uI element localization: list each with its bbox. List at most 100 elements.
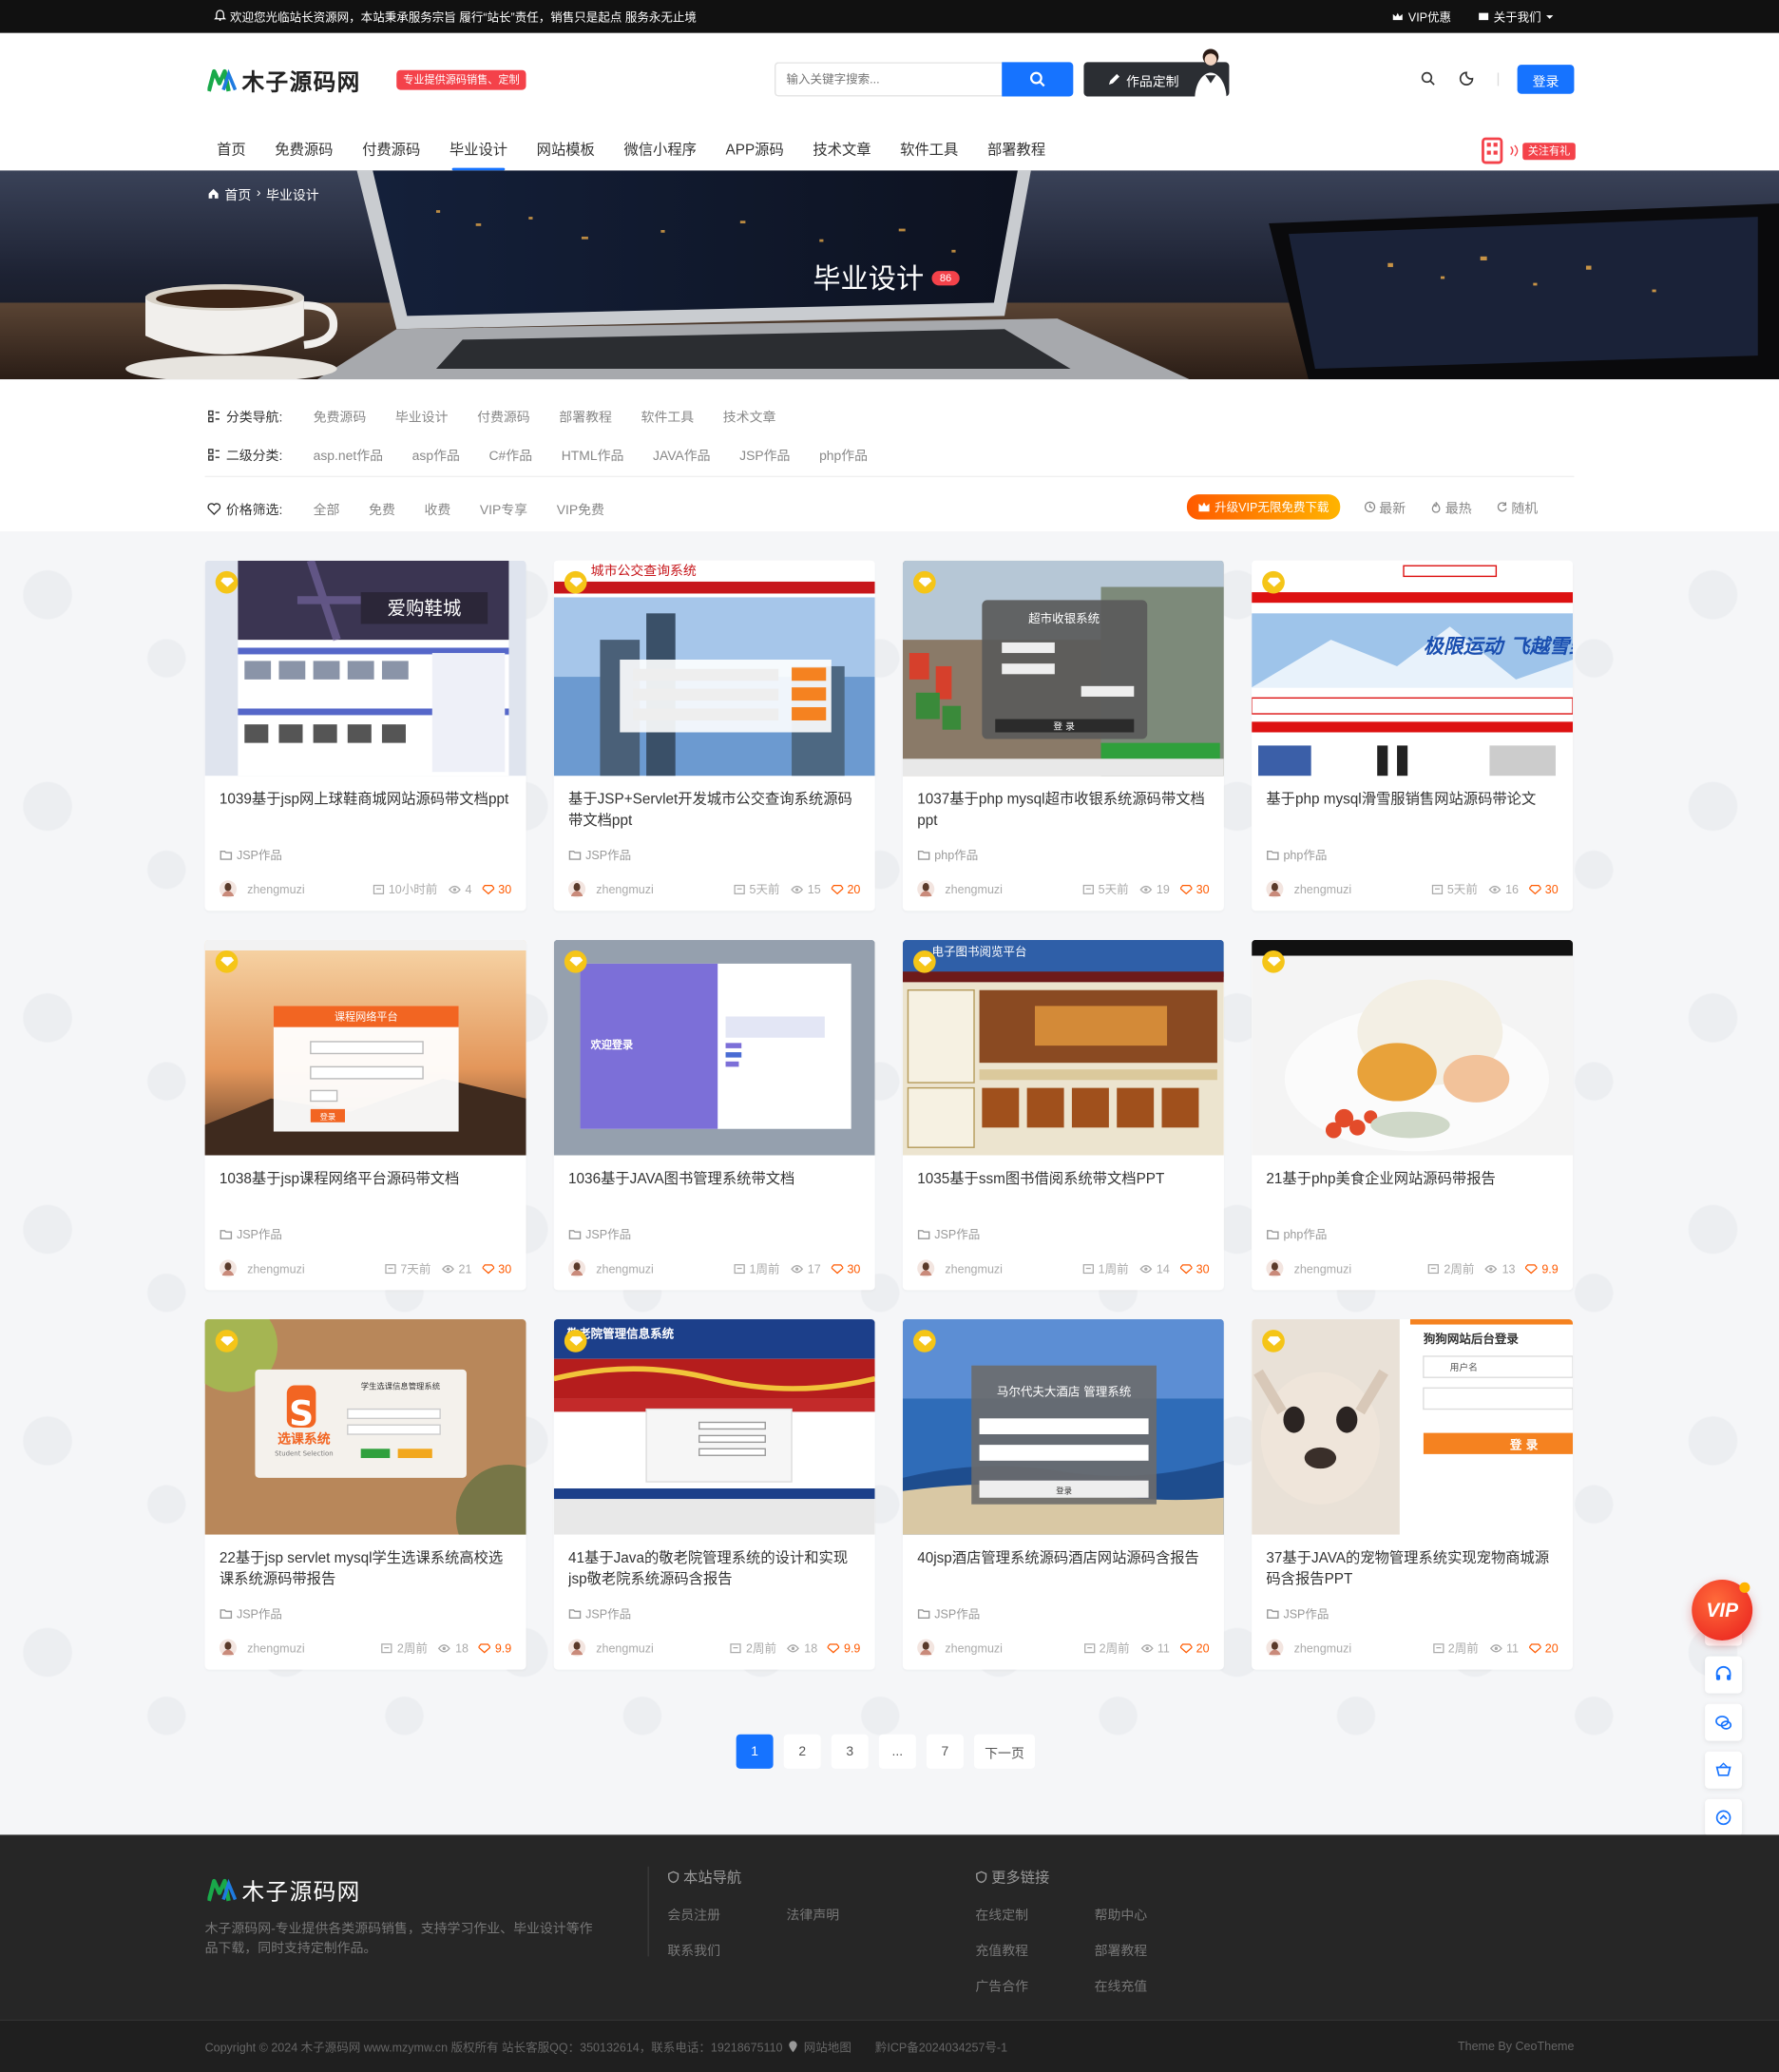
float-service[interactable] — [1705, 1656, 1743, 1694]
post-category[interactable]: php作品 — [917, 846, 978, 863]
custom-work-button[interactable]: 作品定制 — [1083, 48, 1230, 100]
post-thumbnail[interactable]: 城市公交查询系统 — [553, 560, 875, 777]
post-thumbnail[interactable]: 课程网络平台 登录 — [204, 939, 526, 1156]
author-name[interactable]: zhengmuzi — [247, 1262, 373, 1276]
avatar[interactable] — [917, 1259, 935, 1277]
avatar[interactable] — [1266, 1259, 1284, 1277]
post-title[interactable]: 1039基于jsp网上球鞋商城网站源码带文档ppt — [220, 789, 513, 832]
float-vip[interactable] — [1705, 1751, 1743, 1789]
post-title[interactable]: 基于JSP+Servlet开发城市公交查询系统源码带文档ppt — [568, 789, 862, 832]
avatar[interactable] — [568, 1259, 586, 1277]
about-menu[interactable]: 关于我们 — [1478, 8, 1555, 25]
avatar[interactable] — [917, 880, 935, 898]
post-card[interactable]: 电子图书阅览平台 1035基于ssm图书借阅系统带文档PPT JSP作品 zhe… — [902, 939, 1224, 1291]
vip-offer-link[interactable]: VIP优惠 — [1392, 8, 1451, 25]
post-thumbnail[interactable]: 马尔代夫大酒店 管理系统 登录 — [902, 1319, 1224, 1535]
post-title[interactable]: 21基于php美食企业网站源码带报告 — [1266, 1168, 1559, 1211]
post-category[interactable]: JSP作品 — [220, 1604, 282, 1621]
author-name[interactable]: zhengmuzi — [596, 1641, 719, 1655]
avatar[interactable] — [568, 1639, 586, 1657]
sort-random[interactable]: 随机 — [1496, 497, 1538, 517]
subcategory-option-2[interactable]: C#作品 — [489, 444, 533, 464]
subcategory-option-6[interactable]: php作品 — [819, 444, 868, 464]
footer-more-link-2[interactable]: 充值教程 — [975, 1939, 1094, 1959]
post-card[interactable]: S 选课系统 Student Selection 学生选课信息管理系统 22基于jsp… — [204, 1319, 526, 1670]
post-category[interactable]: JSP作品 — [568, 846, 631, 863]
author-name[interactable]: zhengmuzi — [596, 882, 722, 895]
avatar[interactable] — [1266, 1639, 1284, 1657]
avatar[interactable] — [219, 1259, 237, 1277]
post-title[interactable]: 1038基于jsp课程网络平台源码带文档 — [220, 1168, 513, 1211]
post-title[interactable]: 1036基于JAVA图书管理系统带文档 — [568, 1168, 862, 1211]
post-card[interactable]: 21基于php美食企业网站源码带报告 php作品 zhengmuzi 2周前 1… — [1252, 939, 1574, 1291]
post-thumbnail[interactable]: 狗狗网站后台登录 用户名登 录 — [1252, 1319, 1574, 1535]
icp-link[interactable]: 黔ICP备2024034257号-1 — [875, 2038, 1007, 2055]
nav-item-3[interactable]: 毕业设计 — [440, 139, 517, 171]
category-option-0[interactable]: 免费源码 — [314, 406, 367, 426]
post-category[interactable]: php作品 — [1266, 1225, 1327, 1242]
nav-item-7[interactable]: 技术文章 — [804, 139, 881, 170]
next-page-button[interactable]: 下一页 — [974, 1734, 1035, 1769]
avatar[interactable] — [1266, 880, 1284, 898]
post-category[interactable]: php作品 — [1266, 846, 1327, 863]
category-option-3[interactable]: 部署教程 — [559, 406, 612, 426]
post-category[interactable]: JSP作品 — [568, 1604, 631, 1621]
post-title[interactable]: 基于php mysql滑雪服销售网站源码带论文 — [1266, 789, 1559, 832]
post-card[interactable]: 城市公交查询系统 基于JSP+Servlet开发城市公交查询系统源码带文档ppt… — [553, 560, 875, 911]
footer-nav-link-1[interactable]: 法律声明 — [787, 1904, 906, 1923]
post-title[interactable]: 41基于Java的敬老院管理系统的设计和实现jsp敬老院系统源码含报告 — [568, 1548, 862, 1591]
author-name[interactable]: zhengmuzi — [247, 1641, 371, 1655]
post-category[interactable]: JSP作品 — [917, 1604, 980, 1621]
avatar[interactable] — [917, 1639, 935, 1657]
theme-credit[interactable]: Theme By CeoTheme — [1458, 2040, 1574, 2053]
footer-nav-link-0[interactable]: 会员注册 — [667, 1904, 786, 1923]
post-category[interactable]: JSP作品 — [917, 1225, 980, 1242]
nav-item-1[interactable]: 免费源码 — [266, 139, 343, 170]
avatar[interactable] — [219, 880, 237, 898]
post-thumbnail[interactable]: 敬老院管理信息系统 — [553, 1319, 875, 1535]
subcategory-option-0[interactable]: asp.net作品 — [314, 444, 383, 464]
post-category[interactable]: JSP作品 — [1266, 1604, 1329, 1621]
avatar[interactable] — [568, 880, 586, 898]
category-option-1[interactable]: 毕业设计 — [395, 406, 449, 426]
post-thumbnail[interactable]: S 选课系统 Student Selection 学生选课信息管理系统 — [204, 1319, 526, 1535]
post-card[interactable]: 狗狗网站后台登录 用户名登 录 37基于JAVA的宠物管理系统实现宠物商城源码含报… — [1252, 1319, 1574, 1670]
nav-item-8[interactable]: 软件工具 — [890, 139, 967, 170]
sitemap-link[interactable]: 网站地图 — [804, 2038, 851, 2055]
author-name[interactable]: zhengmuzi — [1294, 882, 1421, 895]
breadcrumb-home[interactable]: 首页 — [224, 183, 251, 203]
search-button[interactable] — [1002, 62, 1074, 97]
post-category[interactable]: JSP作品 — [568, 1225, 631, 1242]
post-thumbnail[interactable]: 电子图书阅览平台 — [902, 939, 1224, 1156]
post-thumbnail[interactable]: 爱购鞋城 — [204, 560, 526, 777]
nav-item-9[interactable]: 部署教程 — [978, 139, 1055, 170]
search-toggle-icon[interactable] — [1421, 71, 1435, 86]
category-option-2[interactable]: 付费源码 — [477, 406, 530, 426]
post-card[interactable]: 爱购鞋城 1039基于jsp网上球鞋商城网站源码带文档ppt JSP作品 zhe… — [204, 560, 526, 911]
author-name[interactable]: zhengmuzi — [1294, 1262, 1418, 1276]
category-option-5[interactable]: 技术文章 — [723, 406, 776, 426]
author-name[interactable]: zhengmuzi — [945, 1262, 1071, 1276]
footer-more-link-3[interactable]: 部署教程 — [1095, 1939, 1214, 1959]
dark-mode-icon[interactable] — [1459, 71, 1474, 86]
post-card[interactable]: 马尔代夫大酒店 管理系统 登录 40jsp酒店管理系统源码酒店网站源码含报告 JS… — [902, 1319, 1224, 1670]
search-input[interactable] — [775, 62, 1003, 97]
author-name[interactable]: zhengmuzi — [596, 1262, 722, 1276]
subcategory-option-3[interactable]: HTML作品 — [562, 444, 624, 464]
post-card[interactable]: 极限运动 飞越雪野 基于php mysql滑雪服销售网站源码带论文 php作品 … — [1252, 560, 1574, 911]
nav-item-6[interactable]: APP源码 — [717, 139, 794, 170]
footer-nav-link-2[interactable]: 联系我们 — [667, 1939, 786, 1959]
post-card[interactable]: 超市收银系统登 录 1037基于php mysql超市收银系统源码带文档ppt … — [902, 560, 1224, 911]
nav-item-4[interactable]: 网站模板 — [527, 139, 604, 170]
post-category[interactable]: JSP作品 — [220, 846, 282, 863]
subcategory-option-1[interactable]: asp作品 — [412, 444, 460, 464]
footer-logo[interactable]: 木子源码网 — [207, 1873, 360, 1907]
author-name[interactable]: zhengmuzi — [1294, 1641, 1422, 1655]
avatar[interactable] — [219, 1639, 237, 1657]
login-button[interactable]: 登录 — [1517, 65, 1575, 94]
nav-item-5[interactable]: 微信小程序 — [615, 139, 706, 170]
follow-gift[interactable]: 关注有礼 — [1481, 136, 1576, 165]
page-button-4[interactable]: 7 — [926, 1734, 964, 1769]
footer-more-link-5[interactable]: 在线充值 — [1095, 1975, 1214, 1994]
nav-item-0[interactable]: 首页 — [207, 139, 255, 170]
